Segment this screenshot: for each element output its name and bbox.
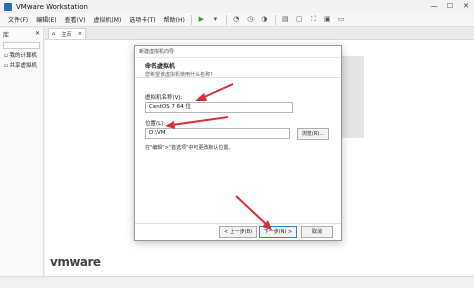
dialog-title: 新建虚拟机向导 xyxy=(135,46,341,58)
fullscreen-icon[interactable]: ⛶ xyxy=(309,15,318,24)
library-header: 库 ✕ xyxy=(0,28,43,41)
location-label: 位置(L): xyxy=(145,121,166,127)
browse-button[interactable]: 浏览(R)... xyxy=(297,128,329,140)
window-title: VMware Workstation xyxy=(16,2,88,11)
unity-icon[interactable]: ▣ xyxy=(323,15,332,24)
tab-home[interactable]: ⌂ 主页 × xyxy=(48,28,86,39)
thumbnail-view-icon[interactable]: ▢ xyxy=(295,15,304,24)
menu-vm[interactable]: 虚拟机(M) xyxy=(93,15,121,24)
close-button[interactable]: ✕ xyxy=(458,0,474,13)
tab-label: 主页 xyxy=(61,31,72,38)
menu-file[interactable]: 文件(F) xyxy=(8,15,28,24)
sidebar-item-label: 我的计算机 xyxy=(9,53,37,59)
revert-snapshot-icon[interactable]: ◷ xyxy=(246,15,255,24)
shared-vm-icon: ▫ xyxy=(4,63,8,69)
sidebar-item-label: 共享虚拟机 xyxy=(9,63,37,69)
dropdown-icon[interactable]: ▾ xyxy=(211,15,220,24)
title-bar: VMware Workstation — ☐ ✕ xyxy=(0,0,474,13)
tab-bar: ⌂ 主页 × xyxy=(45,28,474,40)
library-view-icon[interactable]: ▤ xyxy=(281,15,290,24)
power-on-icon[interactable]: ▶ xyxy=(197,15,206,24)
dialog-header: 命名虚拟机 您希望该虚拟机使用什么名称? xyxy=(135,58,341,78)
computer-icon: ▫ xyxy=(4,53,8,59)
menu-view[interactable]: 查看(V) xyxy=(65,15,86,24)
location-hint: 在"编辑">"首选项"中可更改默认位置。 xyxy=(145,145,234,151)
vm-name-label: 虚拟机名称(V): xyxy=(145,95,183,101)
menu-tabs[interactable]: 选项卡(T) xyxy=(129,15,155,24)
status-bar xyxy=(0,276,474,288)
library-title: 库 xyxy=(3,32,10,39)
snapshot-manager-icon[interactable]: ◑ xyxy=(260,15,269,24)
dialog-subheading: 您希望该虚拟机使用什么名称? xyxy=(145,72,213,78)
new-vm-wizard-dialog: 新建虚拟机向导 命名虚拟机 您希望该虚拟机使用什么名称? 虚拟机名称(V): C… xyxy=(134,45,342,241)
vm-name-input[interactable]: CentOS 7 64 位 xyxy=(145,102,293,113)
menu-bar: 文件(F) 编辑(E) 查看(V) 虚拟机(M) 选项卡(T) 帮助(H) ▶ … xyxy=(0,13,474,27)
home-icon: ⌂ xyxy=(52,31,56,37)
close-icon[interactable]: ✕ xyxy=(35,30,40,39)
location-input[interactable]: D:\VM xyxy=(145,128,290,139)
vmware-app-icon xyxy=(4,2,12,11)
library-search-input[interactable] xyxy=(3,42,40,49)
toolbar-separator xyxy=(274,14,276,25)
snapshot-icon[interactable]: ◔ xyxy=(232,15,241,24)
vmware-logo: vmware xyxy=(50,255,101,269)
window-controls: — ☐ ✕ xyxy=(426,0,474,13)
sidebar-item-my-computer[interactable]: ▫ 我的计算机 xyxy=(4,51,43,59)
dialog-heading: 命名虚拟机 xyxy=(145,63,176,70)
menu-edit[interactable]: 编辑(E) xyxy=(36,15,56,24)
sidebar-item-shared-vms[interactable]: ▫ 共享虚拟机 xyxy=(4,61,43,69)
cancel-button[interactable]: 取消 xyxy=(301,226,333,238)
library-sidebar: 库 ✕ ▫ 我的计算机 ▫ 共享虚拟机 xyxy=(0,28,44,276)
toolbar-separator xyxy=(225,14,227,25)
close-tab-icon[interactable]: × xyxy=(78,31,82,37)
maximize-button[interactable]: ☐ xyxy=(442,0,458,13)
console-view-icon[interactable]: ▭ xyxy=(337,15,346,24)
toolbar-separator xyxy=(190,14,192,25)
next-button[interactable]: 下一步(N) > xyxy=(259,226,297,238)
dialog-footer-divider xyxy=(135,223,341,224)
back-button[interactable]: < 上一步(B) xyxy=(219,226,257,238)
menu-help[interactable]: 帮助(H) xyxy=(164,15,185,24)
minimize-button[interactable]: — xyxy=(426,0,442,13)
